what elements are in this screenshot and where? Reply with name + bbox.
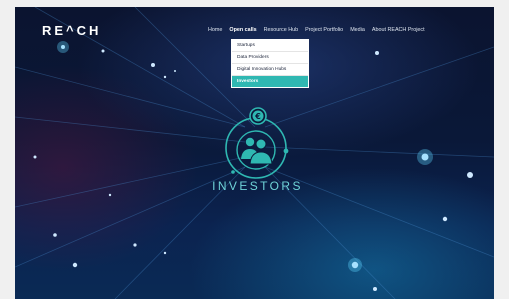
nav-item-about[interactable]: About REACH Project <box>372 27 425 33</box>
hero-banner: RE^CH Home Open calls Resource Hub Proje… <box>15 7 494 299</box>
open-calls-dropdown: Startups Data Providers Digital Innovati… <box>231 39 309 88</box>
dropdown-item-startups[interactable]: Startups <box>232 40 308 52</box>
dropdown-item-data-providers[interactable]: Data Providers <box>232 52 308 64</box>
nav-item-media[interactable]: Media <box>350 27 365 33</box>
dropdown-item-investors[interactable]: Investors <box>232 76 308 87</box>
reach-logo[interactable]: RE^CH <box>42 23 101 38</box>
nav-item-project-portfolio[interactable]: Project Portfolio <box>305 27 343 33</box>
nav-item-home[interactable]: Home <box>208 27 222 33</box>
dropdown-item-digital-innovation-hubs[interactable]: Digital Innovation Hubs <box>232 64 308 76</box>
nav-item-resource-hub[interactable]: Resource Hub <box>264 27 298 33</box>
page-title: INVESTORS <box>212 179 303 193</box>
main-nav: Home Open calls Resource Hub Project Por… <box>208 27 425 33</box>
svg-text:€: € <box>254 112 261 121</box>
nav-item-open-calls[interactable]: Open calls <box>229 27 256 33</box>
investors-icon: € <box>225 107 289 179</box>
